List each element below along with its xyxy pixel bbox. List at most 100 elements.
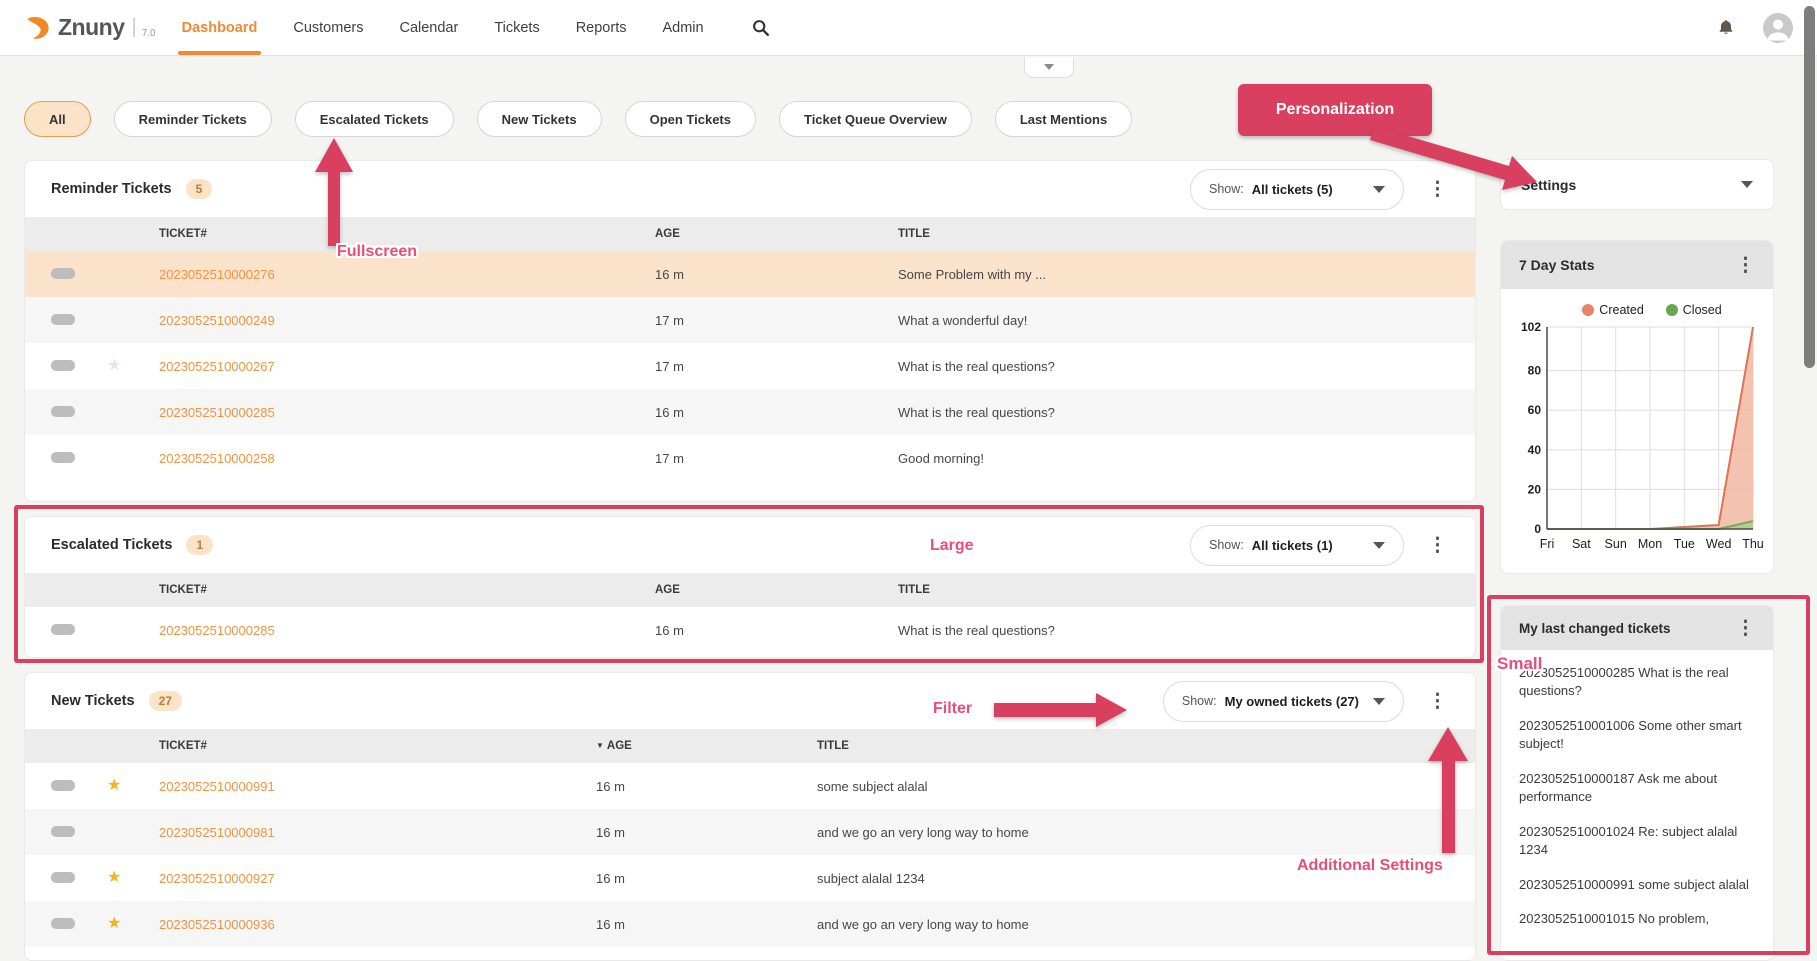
ticket-state-pill [51,918,75,929]
ticket-number-link[interactable]: 2023052510000981 [159,825,275,840]
nav-item-admin[interactable]: Admin [662,0,703,55]
column-header-title[interactable]: TITLE [898,228,1475,240]
column-header-title[interactable]: TITLE [898,584,1475,596]
ticket-number-link[interactable]: 2023052510000991 [159,779,275,794]
title-cell: What is the real questions? [898,405,1475,420]
filter-tab-open-tickets[interactable]: Open Tickets [625,101,756,137]
nav-item-tickets[interactable]: Tickets [494,0,539,55]
kebab-menu-icon[interactable]: ⋮ [1428,692,1447,711]
column-header-age[interactable]: AGE [655,584,898,596]
star-cell[interactable]: ★ [107,778,159,794]
znuny-logo[interactable]: Znuny | 7.0 [24,14,156,42]
table-row[interactable]: ★202305251000093616 mand we go an very l… [25,901,1475,947]
age-cell: 17 m [655,313,898,328]
age-cell: 16 m [655,623,898,638]
table-row[interactable]: ★202305251000099116 msome subject alalal [25,763,1475,809]
ticket-state-icon [51,451,107,466]
nav-item-dashboard[interactable]: Dashboard [182,0,258,55]
filter-tab-ticket-queue-overview[interactable]: Ticket Queue Overview [779,101,972,137]
table-header: TICKET#AGETITLE [25,573,1475,607]
ticket-number-cell: 2023052510000285 [159,405,655,420]
notifications-button[interactable] [1711,13,1741,43]
column-header-age[interactable]: AGE [655,228,898,240]
widget-header-actions: Show:All tickets (1) ⋮ [1190,525,1447,566]
table-row[interactable]: 202305251000028516 mWhat is the real que… [25,607,1475,653]
table-row[interactable]: 202305251000028516 mWhat is the real que… [25,389,1475,435]
star-icon[interactable]: ★ [107,915,121,932]
seven-day-stats-header: 7 Day Stats ⋮ [1501,241,1773,289]
ticket-state-pill [51,314,75,325]
column-header-ticket-[interactable]: TICKET# [159,740,596,752]
age-cell: 16 m [596,917,817,932]
show-filter-dropdown[interactable]: Show:My owned tickets (27) [1163,681,1404,722]
ticket-number-link[interactable]: 2023052510000285 [159,623,275,638]
ticket-number-link[interactable]: 2023052510000927 [159,871,275,886]
list-item-ticket-link[interactable]: 2023052510001015 No problem, [1519,910,1757,928]
star-cell[interactable]: ★ [107,870,159,886]
star-cell[interactable]: ★ [107,358,159,374]
seven-day-stats-chart: 020406080102FriSatSunMonTueWedThu [1511,319,1763,555]
settings-panel-toggle[interactable]: Settings [1500,159,1774,210]
filter-bar-collapse-handle[interactable] [1024,57,1074,78]
column-header-title[interactable]: TITLE [817,740,1475,752]
filter-tab-reminder-tickets[interactable]: Reminder Tickets [114,101,272,137]
filter-tab-all[interactable]: All [24,101,91,137]
column-header-age[interactable]: ▼AGE [596,740,817,752]
star-icon[interactable]: ★ [107,777,121,794]
ticket-state-icon [51,405,107,420]
table-row[interactable]: ★202305251000026717 mWhat is the real qu… [25,343,1475,389]
legend-item-created: Created [1582,303,1643,317]
star-icon[interactable]: ★ [107,357,121,374]
column-header-ticket-[interactable]: TICKET# [159,584,655,596]
table-row[interactable]: 202305251000025817 mGood morning! [25,435,1475,481]
svg-text:Mon: Mon [1638,537,1662,551]
ticket-state-pill [51,360,75,371]
star-icon[interactable]: ★ [107,869,121,886]
ticket-number-link[interactable]: 2023052510000249 [159,313,275,328]
table-row[interactable]: 202305251000098116 mand we go an very lo… [25,809,1475,855]
nav-item-calendar[interactable]: Calendar [399,0,458,55]
user-avatar[interactable] [1763,13,1793,43]
show-filter-dropdown[interactable]: Show:All tickets (1) [1190,525,1404,566]
legend-label: Closed [1683,303,1722,317]
table-row[interactable]: ★202305251000092716 msubject alalal 1234 [25,855,1475,901]
svg-text:Fri: Fri [1540,537,1555,551]
ticket-state-icon [51,267,107,282]
column-header-ticket-[interactable]: TICKET# [159,228,655,240]
show-filter-dropdown[interactable]: Show:All tickets (5) [1190,169,1404,210]
brand-version: 7.0 [142,28,156,39]
list-item-ticket-link[interactable]: 2023052510000991 some subject alalal [1519,876,1757,894]
nav-item-reports[interactable]: Reports [576,0,627,55]
legend-item-closed: Closed [1666,303,1722,317]
znuny-logo-icon [24,14,52,42]
kebab-menu-icon[interactable]: ⋮ [1428,536,1447,555]
kebab-menu-icon[interactable]: ⋮ [1428,180,1447,199]
star-cell[interactable]: ★ [107,916,159,932]
ticket-state-pill [51,826,75,837]
kebab-menu-icon[interactable]: ⋮ [1736,256,1755,275]
widget-header: New Tickets27Show:My owned tickets (27)⋮ [25,673,1475,729]
chart-area: 020406080102FriSatSunMonTueWedThu [1501,319,1773,555]
search-button[interactable] [746,13,776,43]
list-item-ticket-link[interactable]: 2023052510001006 Some other smart subjec… [1519,717,1757,753]
ticket-number-cell: 2023052510000991 [159,779,596,794]
ticket-number-link[interactable]: 2023052510000936 [159,917,275,932]
widget-title: New Tickets [51,693,135,709]
search-icon [752,19,769,36]
table-row[interactable]: 202305251000024917 mWhat a wonderful day… [25,297,1475,343]
ticket-number-cell: 2023052510000936 [159,917,596,932]
list-item-ticket-link[interactable]: 2023052510000187 Ask me about performanc… [1519,770,1757,806]
list-item-ticket-link[interactable]: 2023052510000285 What is the real questi… [1519,664,1757,700]
kebab-menu-icon[interactable]: ⋮ [1736,619,1755,638]
ticket-number-link[interactable]: 2023052510000267 [159,359,275,374]
page-scrollbar-thumb[interactable] [1804,6,1815,368]
nav-item-customers[interactable]: Customers [293,0,363,55]
ticket-number-link[interactable]: 2023052510000258 [159,451,275,466]
table-row[interactable]: 202305251000027616 mSome Problem with my… [25,251,1475,297]
list-item-ticket-link[interactable]: 2023052510001024 Re: subject alalal 1234 [1519,823,1757,859]
filter-tab-new-tickets[interactable]: New Tickets [477,101,602,137]
filter-tab-last-mentions[interactable]: Last Mentions [995,101,1132,137]
ticket-number-link[interactable]: 2023052510000276 [159,267,275,282]
ticket-number-link[interactable]: 2023052510000285 [159,405,275,420]
filter-tab-escalated-tickets[interactable]: Escalated Tickets [295,101,454,137]
